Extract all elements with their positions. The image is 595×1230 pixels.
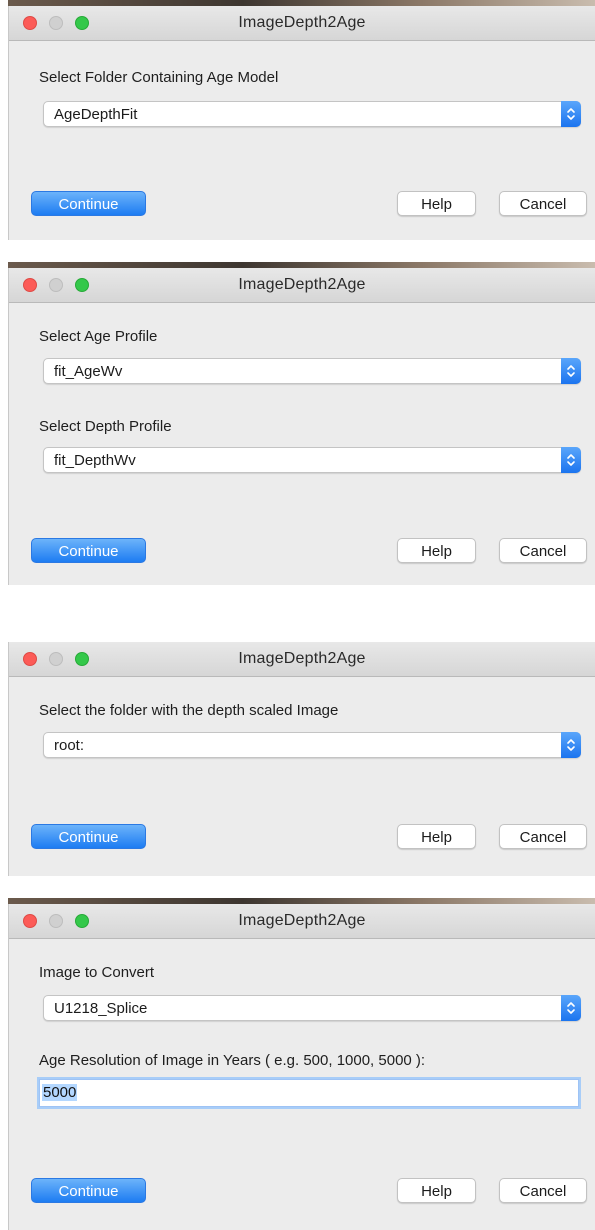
- age-profile-popup[interactable]: fit_AgeWv: [43, 358, 581, 384]
- depth-scaled-folder-popup[interactable]: root:: [43, 732, 581, 758]
- dialog-image-to-convert: ImageDepth2Age Image to Convert U1218_Sp…: [8, 904, 595, 1230]
- dialog-select-depth-scaled-folder: ImageDepth2Age Select the folder with th…: [8, 642, 595, 876]
- age-model-folder-label: Select Folder Containing Age Model: [39, 69, 279, 86]
- popup-value: fit_AgeWv: [54, 363, 123, 380]
- popup-value: root:: [54, 737, 85, 754]
- title-bar: ImageDepth2Age: [9, 642, 595, 677]
- help-button[interactable]: Help: [397, 1178, 476, 1203]
- popup-value: U1218_Splice: [54, 1000, 148, 1017]
- cancel-button[interactable]: Cancel: [499, 1178, 587, 1203]
- depth-profile-label: Select Depth Profile: [39, 418, 172, 435]
- title-bar: ImageDepth2Age: [9, 904, 595, 939]
- continue-button[interactable]: Continue: [31, 824, 146, 849]
- window-title: ImageDepth2Age: [238, 276, 366, 293]
- image-to-convert-popup[interactable]: U1218_Splice: [43, 995, 581, 1021]
- continue-button[interactable]: Continue: [31, 1178, 146, 1203]
- window-title: ImageDepth2Age: [238, 650, 366, 667]
- title-bar: ImageDepth2Age: [9, 6, 595, 41]
- depth-scaled-folder-label: Select the folder with the depth scaled …: [39, 702, 339, 719]
- popup-value: fit_DepthWv: [54, 452, 136, 469]
- cancel-button[interactable]: Cancel: [499, 538, 587, 563]
- continue-button[interactable]: Continue: [31, 538, 146, 563]
- popup-arrows-icon[interactable]: [561, 995, 581, 1021]
- continue-button[interactable]: Continue: [31, 191, 146, 216]
- popup-arrows-icon[interactable]: [561, 358, 581, 384]
- popup-value: AgeDepthFit: [54, 106, 138, 123]
- cancel-button[interactable]: Cancel: [499, 191, 587, 216]
- dialog-select-age-model-folder: ImageDepth2Age Select Folder Containing …: [8, 6, 595, 240]
- window-title: ImageDepth2Age: [238, 14, 366, 31]
- window-title: ImageDepth2Age: [238, 912, 366, 929]
- popup-arrows-icon[interactable]: [561, 101, 581, 127]
- title-bar: ImageDepth2Age: [9, 268, 595, 303]
- age-resolution-value: 5000: [42, 1084, 78, 1101]
- help-button[interactable]: Help: [397, 191, 476, 216]
- popup-arrows-icon[interactable]: [561, 447, 581, 473]
- age-resolution-label: Age Resolution of Image in Years ( e.g. …: [39, 1052, 426, 1069]
- depth-profile-popup[interactable]: fit_DepthWv: [43, 447, 581, 473]
- age-profile-label: Select Age Profile: [39, 328, 158, 345]
- popup-arrows-icon[interactable]: [561, 732, 581, 758]
- image-to-convert-label: Image to Convert: [39, 964, 155, 981]
- age-resolution-field[interactable]: 5000: [39, 1079, 579, 1107]
- cancel-button[interactable]: Cancel: [499, 824, 587, 849]
- help-button[interactable]: Help: [397, 538, 476, 563]
- age-model-folder-popup[interactable]: AgeDepthFit: [43, 101, 581, 127]
- dialog-select-profiles: ImageDepth2Age Select Age Profile fit_Ag…: [8, 268, 595, 585]
- help-button[interactable]: Help: [397, 824, 476, 849]
